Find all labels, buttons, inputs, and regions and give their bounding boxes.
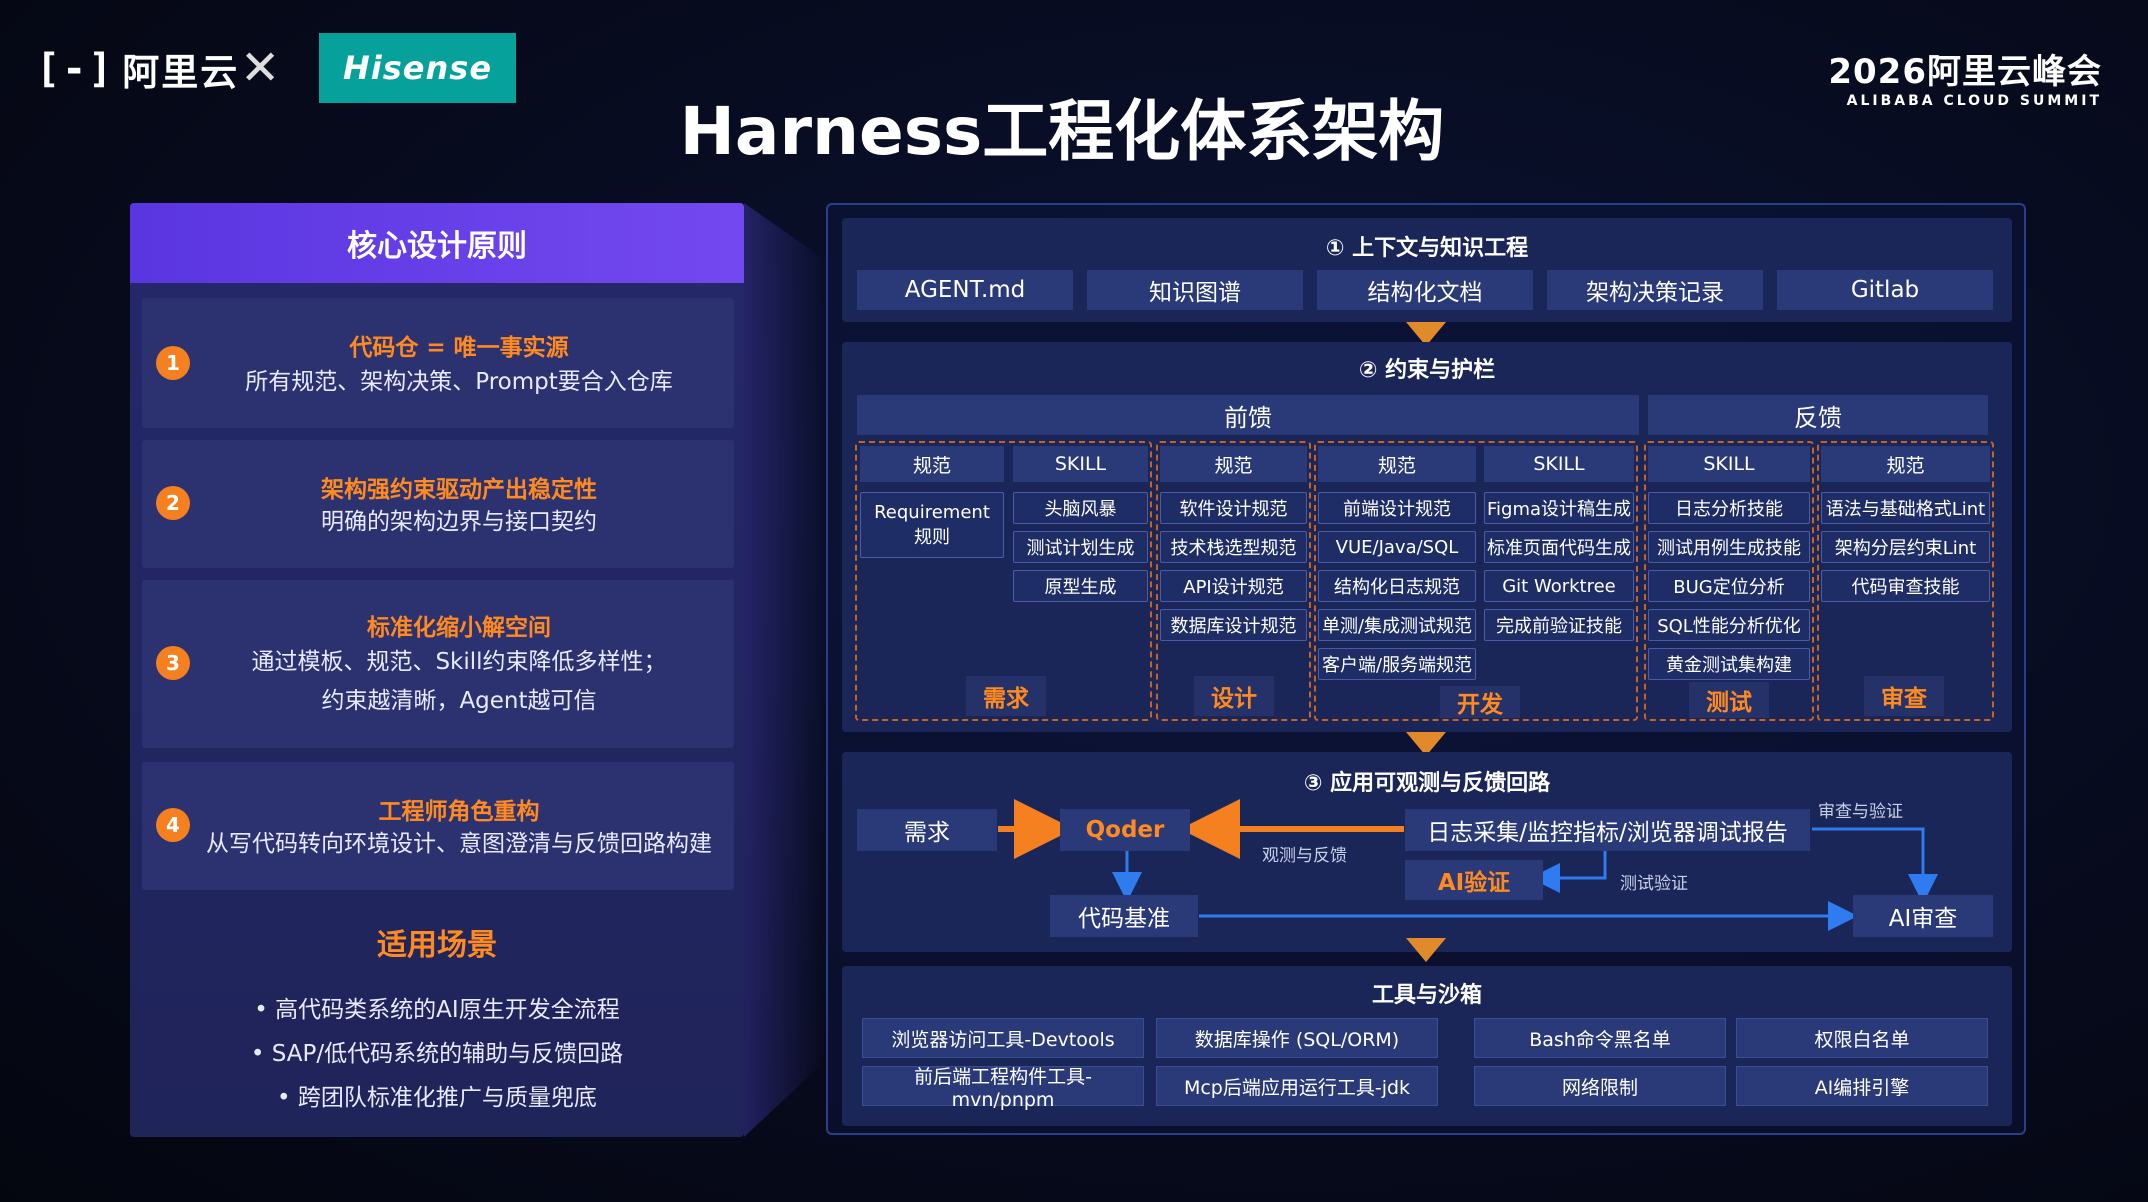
principles-heading: 核心设计原则 [130,203,744,283]
stage-label: 测试 [1689,682,1769,718]
section-constraints-title: ② 约束与护栏 [1358,358,1496,383]
test-verify-label: 测试验证 [1620,874,1688,894]
principle-title: 标准化缩小解空间 [367,615,551,641]
dev-skill-item: Git Worktree [1484,570,1634,602]
number-badge: 4 [156,808,190,842]
scenario-item: • SAP/低代码系统的辅助与反馈回路 [250,1041,624,1067]
principle-card-1: 1 代码仓 = 唯一事实源 所有规范、架构决策、Prompt要合入仓库 [142,298,734,428]
ai-review-box: AI审查 [1853,895,1993,937]
principle-desc: 通过模板、规范、Skill约束降低多样性； [251,649,667,675]
arrow-down-icon [1406,938,1446,962]
test-skill-item: SQL性能分析优化 [1648,609,1810,641]
requirement-rule: Requirement 规则 [860,492,1004,558]
review-verify-label: 审查与验证 [1818,802,1903,822]
test-skill-item: BUG定位分析 [1648,570,1810,602]
context-item: Gitlab [1777,270,1993,310]
review-spec-item: 语法与基础格式Lint [1821,492,1990,524]
principle-desc: 从写代码转向环境设计、意图澄清与反馈回路构建 [206,831,712,857]
tool-item: 数据库操作 (SQL/ORM) [1156,1018,1438,1058]
number-badge: 2 [156,486,190,520]
col-header: SKILL [1484,446,1634,482]
col-header: 规范 [860,446,1004,482]
requirement-box: 需求 [857,809,997,851]
design-spec-item: 软件设计规范 [1160,492,1307,524]
logs-monitor-box: 日志采集/监控指标/浏览器调试报告 [1405,809,1810,851]
ai-verify-box: AI验证 [1405,860,1543,900]
principle-title: 工程师角色重构 [378,799,540,825]
feedforward-header: 前馈 [857,395,1639,435]
context-item: AGENT.md [857,270,1073,310]
design-spec-item: 技术栈选型规范 [1160,531,1307,563]
dev-skill-item: 完成前验证技能 [1484,609,1634,641]
context-item: 知识图谱 [1087,270,1303,310]
design-spec-item: API设计规范 [1160,570,1307,602]
sandbox-item: Bash命令黑名单 [1474,1018,1726,1058]
skill-item: 测试计划生成 [1013,531,1148,563]
test-skill-item: 黄金测试集构建 [1648,648,1810,680]
review-spec-item: 代码审查技能 [1821,570,1990,602]
tool-item: 浏览器访问工具-Devtools [862,1018,1144,1058]
feedback-loop-connectors [998,799,1938,931]
principle-title: 架构强约束驱动产出稳定性 [321,477,597,503]
principle-title: 代码仓 = 唯一事实源 [349,335,569,361]
context-item: 架构决策记录 [1547,270,1763,310]
panel-beam [744,203,824,1137]
scenario-item: • 高代码类系统的AI原生开发全流程 [254,997,620,1023]
sandbox-item: 网络限制 [1474,1066,1726,1106]
dev-spec-item: VUE/Java/SQL [1318,531,1476,563]
principle-card-2: 2 架构强约束驱动产出稳定性 明确的架构边界与接口契约 [142,440,734,568]
tool-item: Mcp后端应用运行工具-jdk [1156,1066,1438,1106]
dev-skill-item: Figma设计稿生成 [1484,492,1634,524]
sandbox-item: 权限白名单 [1736,1018,1988,1058]
tool-item: 前后端工程构件工具-mvn/pnpm [862,1066,1144,1111]
dev-spec-item: 客户端/服务端规范 [1318,648,1476,680]
stage-label: 审查 [1864,676,1944,716]
stage-label: 开发 [1440,686,1520,718]
stage-label: 需求 [966,676,1046,716]
number-badge: 1 [156,346,190,380]
skill-item: 原型生成 [1013,570,1148,602]
code-baseline-box: 代码基准 [1050,895,1198,937]
feedback-header: 反馈 [1648,395,1988,435]
stage-label: 设计 [1194,676,1274,716]
principle-desc-2: 约束越清晰，Agent越可信 [321,688,597,714]
skill-item: 头脑风暴 [1013,492,1148,524]
sandbox-item: AI编排引擎 [1736,1066,1988,1106]
dev-spec-item: 结构化日志规范 [1318,570,1476,602]
col-header: SKILL [1013,446,1148,482]
observe-feedback-label: 观测与反馈 [1262,846,1347,866]
principle-card-4: 4 工程师角色重构 从写代码转向环境设计、意图澄清与反馈回路构建 [142,762,734,890]
section-context-title: ① 上下文与知识工程 [1325,236,1529,261]
context-item: 结构化文档 [1317,270,1533,310]
test-skill-item: 测试用例生成技能 [1648,531,1810,563]
col-header: 规范 [1821,446,1990,482]
dev-spec-item: 单测/集成测试规范 [1318,609,1476,641]
scenarios-title: 适用场景 [377,928,497,963]
dev-spec-item: 前端设计规范 [1318,492,1476,524]
col-header: 规范 [1160,446,1307,482]
dev-skill-item: 标准页面代码生成 [1484,531,1634,563]
section-tools-title: 工具与沙箱 [1371,983,1482,1008]
review-spec-item: 架构分层约束Lint [1821,531,1990,563]
principle-card-3: 3 标准化缩小解空间 通过模板、规范、Skill约束降低多样性； 约束越清晰，A… [142,580,734,748]
col-header: SKILL [1648,446,1810,482]
test-skill-item: 日志分析技能 [1648,492,1810,524]
principle-desc: 所有规范、架构决策、Prompt要合入仓库 [245,369,673,395]
page-title: Harness工程化体系架构 [679,93,1445,170]
number-badge: 3 [156,646,190,680]
col-header: 规范 [1318,446,1476,482]
design-spec-item: 数据库设计规范 [1160,609,1307,641]
principle-desc: 明确的架构边界与接口契约 [321,509,597,535]
scenario-item: • 跨团队标准化推广与质量兜底 [277,1085,597,1111]
qoder-box: Qoder [1060,809,1190,851]
